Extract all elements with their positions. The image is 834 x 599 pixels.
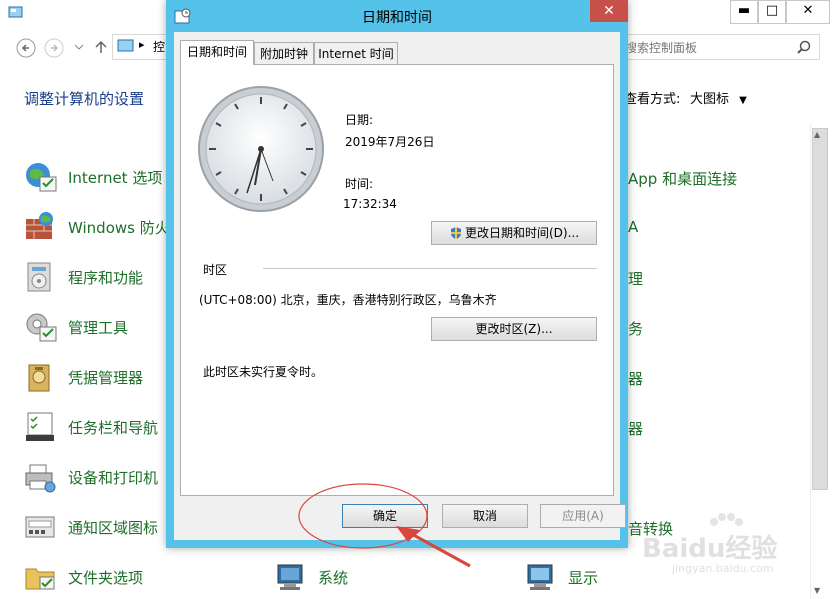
cp-item-credential-manager[interactable]: 凭据管理器 (24, 360, 143, 394)
cp-item-label: 程序和功能 (68, 268, 144, 287)
cp-item-label: Internet 选项 (68, 168, 163, 187)
admin-tools-icon (26, 313, 57, 342)
cp-item-label: 文件夹选项 (68, 568, 144, 587)
tab-panel: 日期: 2019年7月26日 时间: 17:32:34 更改日期和时间(D)..… (180, 64, 614, 496)
cp-item-notification-icons[interactable]: 通知区域图标 (24, 510, 158, 544)
scrollbar-thumb[interactable] (812, 128, 828, 490)
cp-item-label: 管理工具 (68, 318, 129, 337)
cp-item-label: 任务栏和导航 (68, 418, 159, 437)
cp-item-right-partial[interactable]: 器 (628, 418, 643, 439)
close-button[interactable]: ✕ (590, 0, 628, 22)
time-value: 17:32:34 (343, 197, 397, 211)
watermark: Baidu经验 jingyan.baidu.com (642, 512, 802, 575)
dst-note: 此时区未实行夏令时。 (203, 365, 324, 379)
view-by-label: 查看方式: (624, 92, 681, 107)
date-value: 2019年7月26日 (345, 135, 435, 149)
cp-item-right-partial[interactable]: 理 (628, 268, 643, 289)
dialog-titlebar: 日期和时间 ✕ (166, 0, 628, 32)
cp-item-right-partial[interactable]: 器 (628, 368, 643, 389)
cp-item-label: 显示 (568, 568, 599, 587)
display-icon (527, 564, 553, 590)
analog-clock-icon (198, 86, 324, 212)
view-by-value: 大图标 (690, 92, 730, 107)
cp-item-app-desktop-connections[interactable]: App 和桌面连接 (628, 168, 737, 189)
tab-date-time[interactable]: 日期和时间 (180, 40, 254, 65)
date-label: 日期: (345, 113, 374, 127)
window-close-button[interactable]: ✕ (786, 0, 830, 24)
change-timezone-button[interactable]: 更改时区(Z)... (431, 317, 597, 341)
change-date-time-label: 更改日期和时间(D)... (464, 226, 580, 240)
control-panel-icon (8, 6, 23, 18)
watermark-brand: Baidu经验 (642, 534, 778, 564)
search-icon[interactable] (797, 40, 811, 54)
timezone-value: (UTC+08:00) 北京，重庆，香港特别行政区，乌鲁木齐 (199, 293, 497, 307)
timezone-section-label: 时区 (203, 263, 228, 277)
cp-item-folder-options[interactable]: 文件夹选项 (24, 560, 143, 594)
annotation-overlay (298, 483, 471, 568)
cp-item-internet-options[interactable]: Internet 选项 (24, 160, 162, 194)
dialog-body: 日期和时间 附加时钟 Internet 时间 日期: 2019年7月26日 时间… (174, 32, 626, 540)
cp-item-windows-firewall[interactable]: Windows 防火墙 (24, 210, 185, 244)
folder-options-icon (25, 568, 55, 590)
maximize-button[interactable]: □ (758, 0, 786, 24)
firewall-icon (26, 212, 53, 239)
cp-item-taskbar-navigation[interactable]: 任务栏和导航 (24, 410, 158, 444)
chevron-down-icon: ▼ (739, 95, 747, 106)
recent-locations-icon[interactable] (74, 42, 84, 52)
credential-manager-icon (28, 364, 50, 392)
notification-area-icon (25, 516, 55, 538)
cp-item-devices-printers[interactable]: 设备和打印机 (24, 460, 158, 494)
up-icon[interactable] (94, 40, 108, 54)
cp-item-label: 通知区域图标 (68, 518, 159, 537)
address-bar[interactable]: ▸ 控 (112, 34, 172, 60)
apply-button[interactable]: 应用(A) (540, 504, 626, 528)
printer-icon (25, 464, 56, 493)
time-label: 时间: (345, 177, 374, 191)
cp-item-programs-features[interactable]: 程序和功能 (24, 260, 143, 294)
annotation-arrow-line (407, 530, 471, 568)
search-placeholder: 搜索控制面板 (625, 41, 698, 55)
dialog-title: 日期和时间 (362, 10, 432, 26)
view-by-select[interactable]: 大图标 ▼ (690, 88, 747, 107)
cp-item-right-partial[interactable]: 务 (628, 318, 643, 339)
forward-icon[interactable] (44, 38, 64, 58)
cp-item-right-partial[interactable]: A (628, 218, 638, 236)
cp-item-display[interactable]: 显示 (524, 560, 598, 594)
cp-item-label: 设备和打印机 (68, 468, 159, 487)
address-chevron-icon: ▸ (139, 38, 145, 51)
timezone-divider (263, 268, 597, 269)
taskbar-icon (26, 412, 54, 441)
tab-additional-clocks[interactable]: 附加时钟 (254, 42, 314, 65)
control-panel-address-icon (117, 39, 134, 52)
change-date-time-button[interactable]: 更改日期和时间(D)... (431, 221, 597, 245)
page-heading: 调整计算机的设置 (24, 90, 145, 108)
address-text: 控 (153, 40, 166, 54)
scroll-down-icon[interactable]: ▼ (814, 586, 820, 595)
uac-shield-icon (450, 227, 461, 239)
cp-item-label: 凭据管理器 (68, 368, 144, 387)
tab-internet-time[interactable]: Internet 时间 (314, 42, 398, 65)
minimize-button[interactable]: ▬ (730, 0, 758, 24)
search-input[interactable]: 搜索控制面板 (622, 34, 820, 60)
watermark-url: jingyan.baidu.com (672, 562, 774, 575)
date-time-dialog: 日期和时间 ✕ 日期和时间 附加时钟 Internet 时间 日期: 2019年… (166, 0, 628, 548)
programs-features-icon (27, 262, 51, 292)
back-icon[interactable] (16, 38, 36, 58)
scroll-up-icon[interactable]: ▲ (814, 130, 820, 139)
internet-options-icon (26, 163, 57, 192)
cp-item-admin-tools[interactable]: 管理工具 (24, 310, 128, 344)
